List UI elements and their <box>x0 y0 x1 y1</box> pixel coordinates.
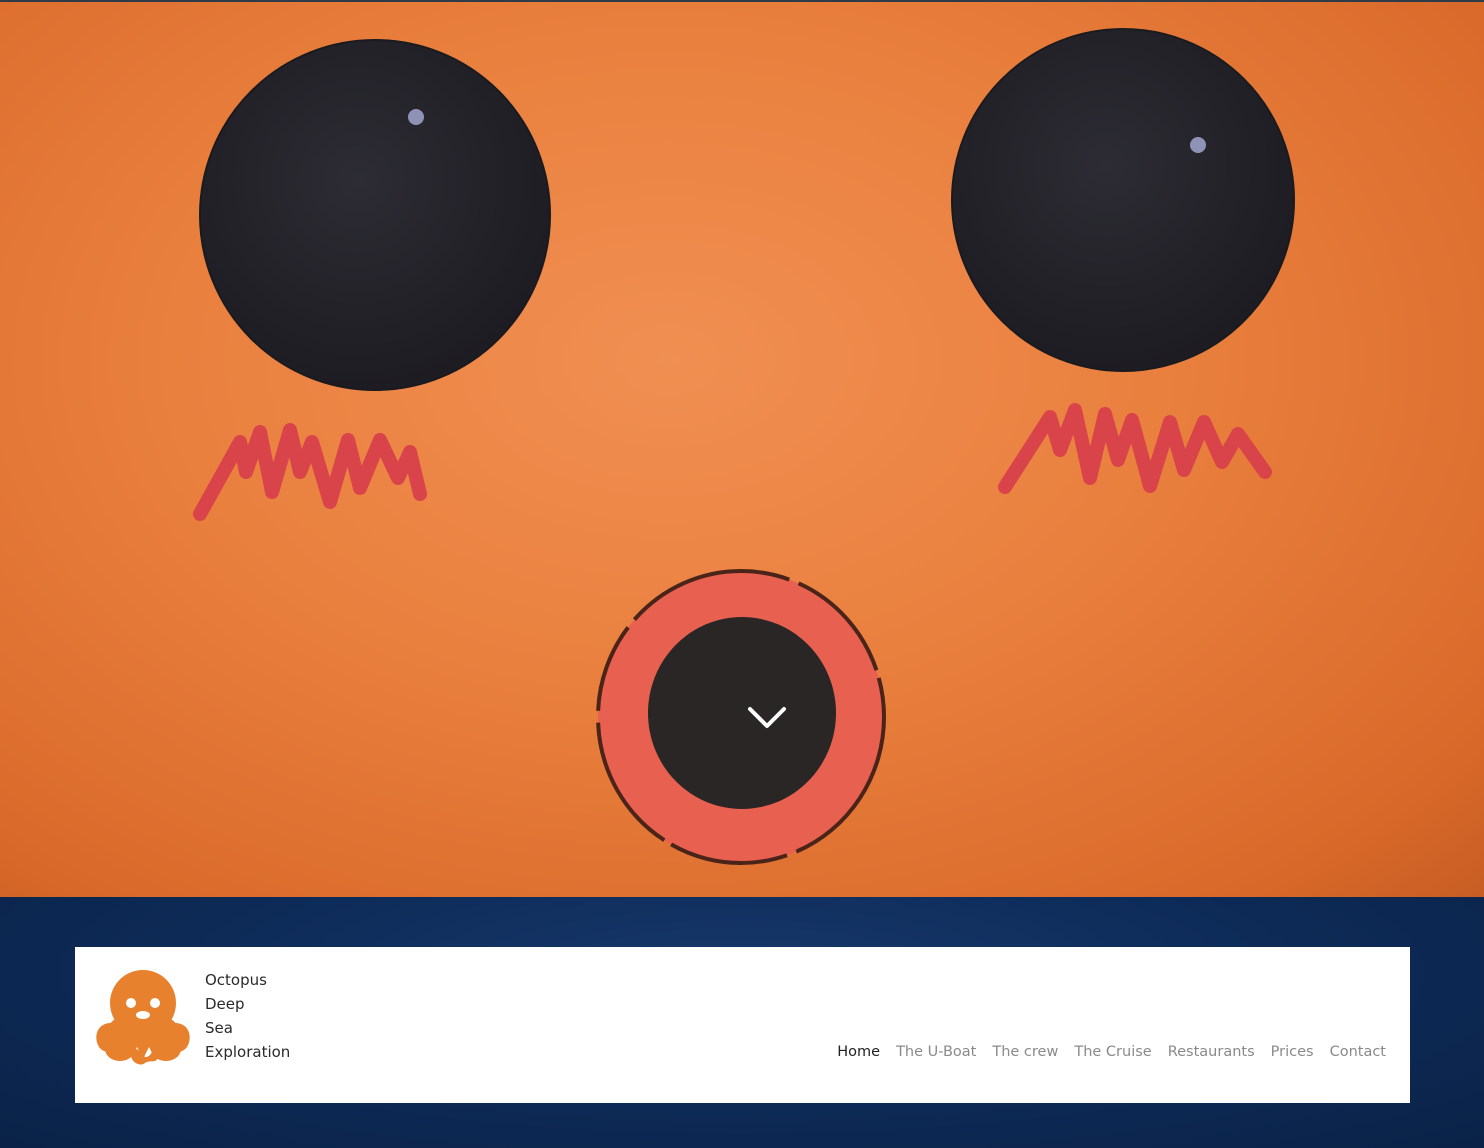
page: Octopus Deep Sea Exploration Home The U-… <box>0 0 1484 1148</box>
top-divider <box>0 0 1484 2</box>
nav-item-the-cruise[interactable]: The Cruise <box>1074 1044 1151 1060</box>
main-nav: Home The U-Boat The crew The Cruise Rest… <box>837 1044 1386 1060</box>
octopus-face-illustration <box>193 28 1295 865</box>
navbar: Octopus Deep Sea Exploration Home The U-… <box>75 947 1410 1103</box>
left-eye <box>199 39 551 391</box>
brand-name: Octopus Deep Sea Exploration <box>205 968 290 1064</box>
brand-name-line: Exploration <box>205 1043 291 1061</box>
nav-item-restaurants[interactable]: Restaurants <box>1168 1044 1255 1060</box>
right-eye <box>951 28 1295 372</box>
mouth <box>596 569 886 865</box>
brand-logo-link[interactable]: Octopus Deep Sea Exploration <box>93 967 313 1087</box>
octopus-icon <box>96 970 190 1065</box>
right-cheek-blush <box>998 403 1272 494</box>
chevron-down-icon[interactable] <box>742 699 792 739</box>
nav-item-the-crew[interactable]: The crew <box>992 1044 1058 1060</box>
nav-item-prices[interactable]: Prices <box>1271 1044 1314 1060</box>
left-cheek-blush <box>193 423 427 521</box>
brand-name-line: Deep <box>205 995 245 1013</box>
nav-item-the-u-boat[interactable]: The U-Boat <box>896 1044 976 1060</box>
nav-item-home[interactable]: Home <box>837 1044 880 1060</box>
hero-image <box>0 2 1484 897</box>
nav-item-contact[interactable]: Contact <box>1330 1044 1386 1060</box>
brand-name-line: Octopus <box>205 971 267 989</box>
brand-name-line: Sea <box>205 1019 233 1037</box>
